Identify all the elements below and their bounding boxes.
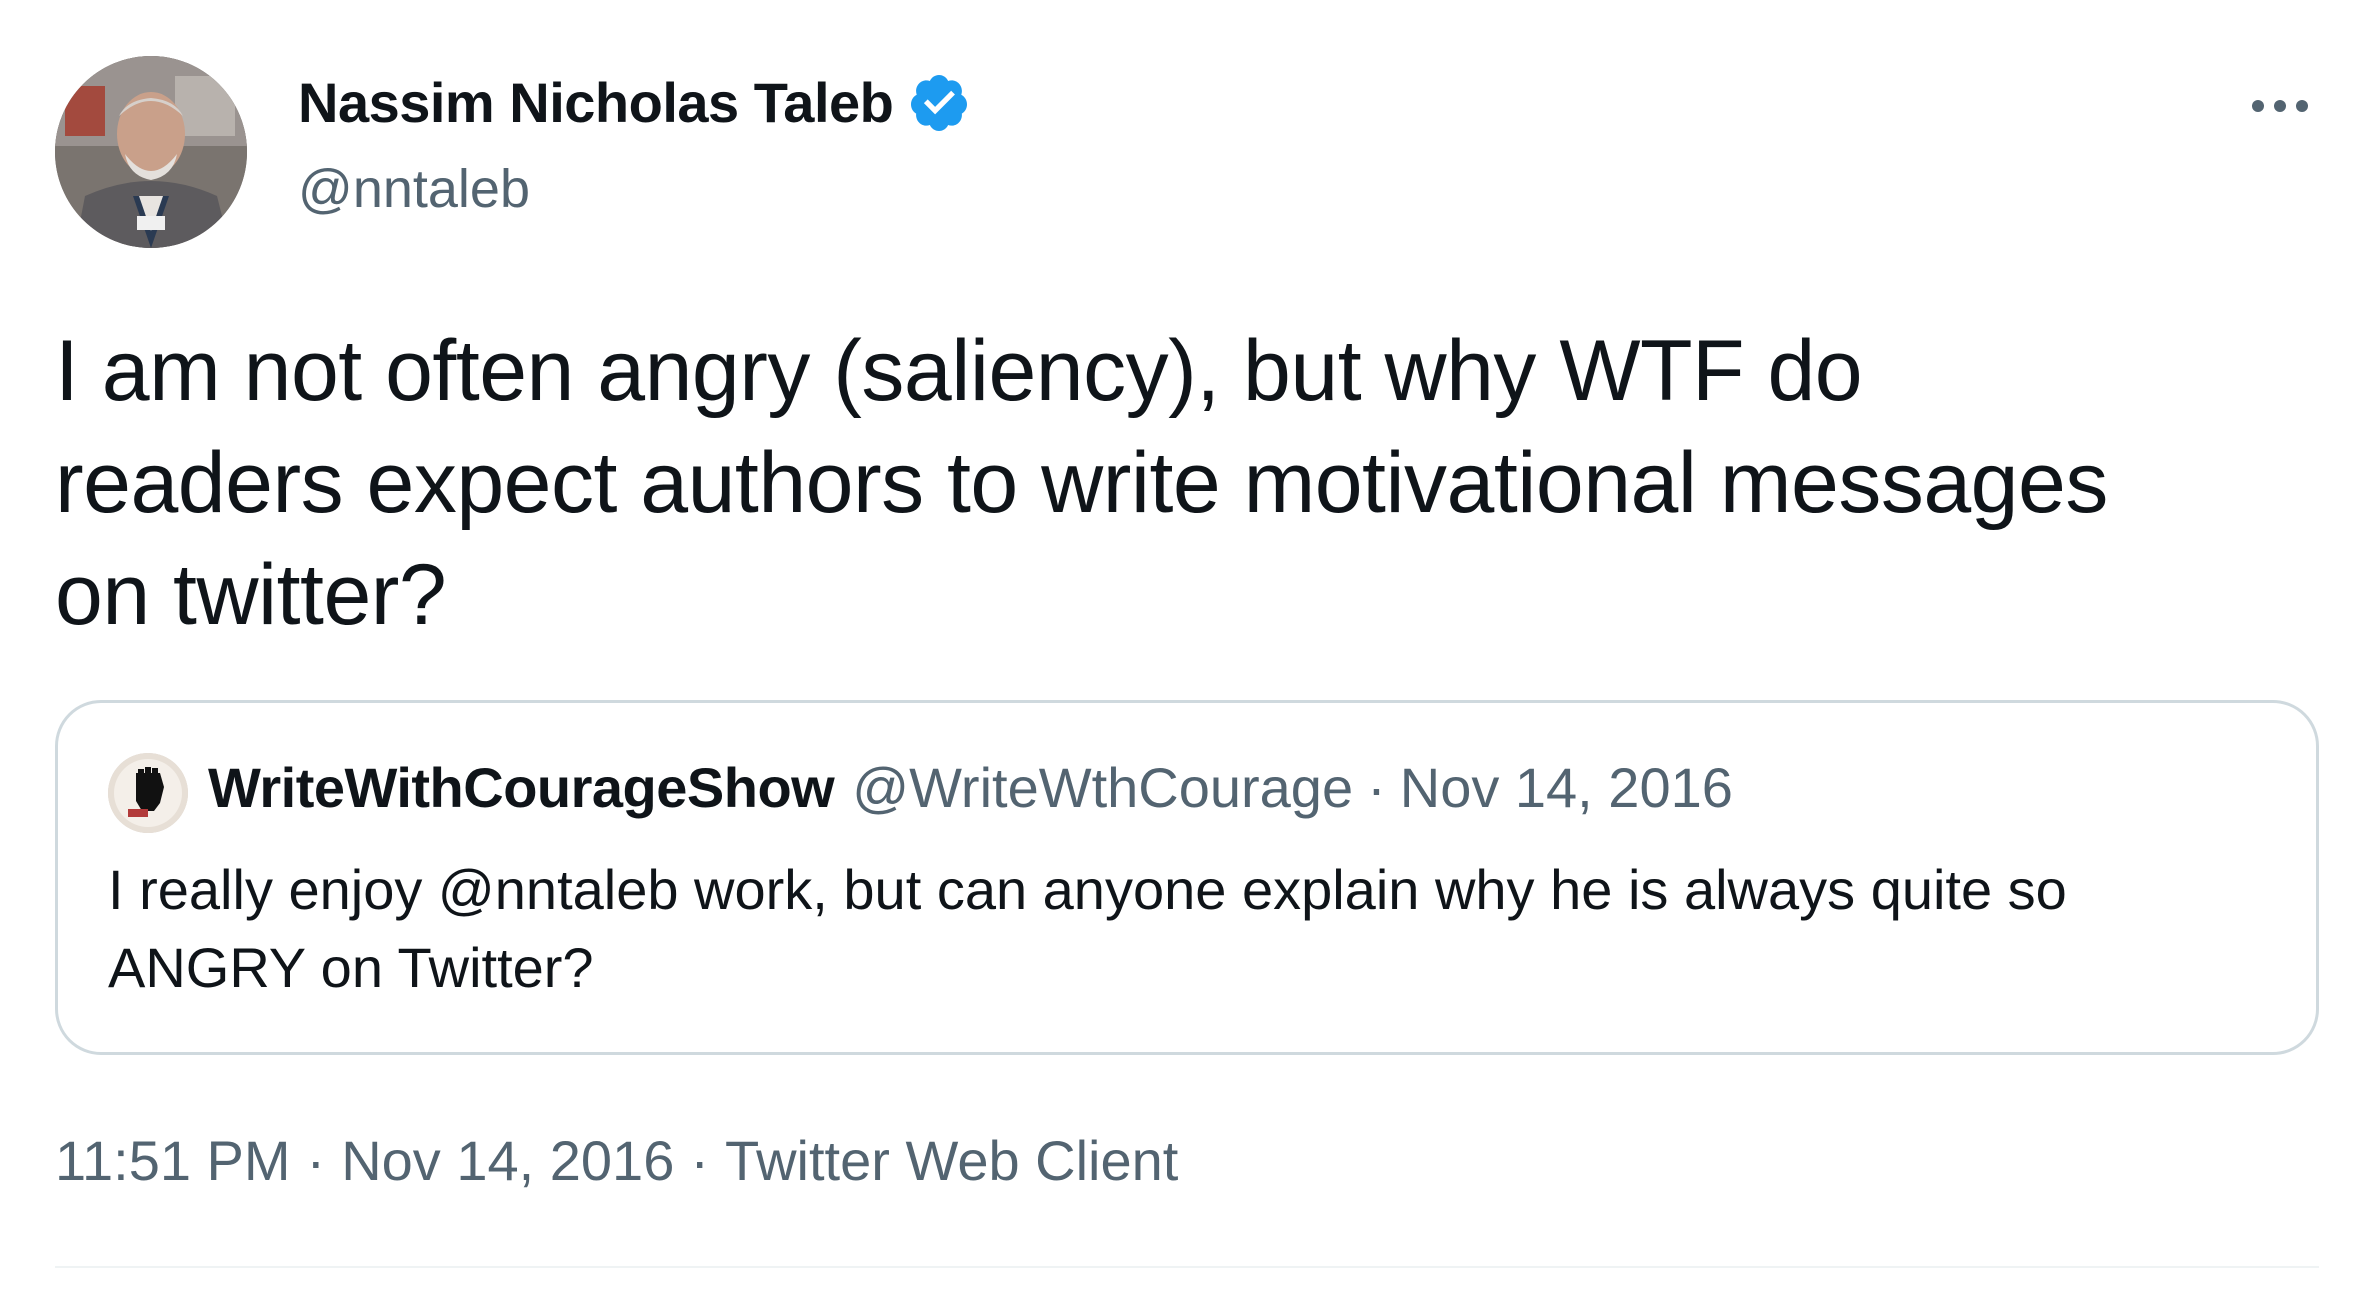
quote-author-avatar <box>108 753 188 833</box>
tweet-time[interactable]: 11:51 PM <box>55 1128 291 1193</box>
quote-header: WriteWithCourageShow @WriteWthCourage · … <box>208 755 1733 820</box>
quote-date[interactable]: Nov 14, 2016 <box>1400 755 1733 820</box>
tweet-date[interactable]: Nov 14, 2016 <box>341 1128 674 1193</box>
verified-badge-icon <box>907 71 971 135</box>
tweet-text: I am not often angry (saliency), but why… <box>55 323 2108 643</box>
tweet-card: Nassim Nicholas Taleb @nntaleb I am not … <box>0 0 2366 1302</box>
divider <box>55 1266 2319 1268</box>
author-handle[interactable]: @nntaleb <box>298 158 530 220</box>
more-horizontal-icon <box>2252 100 2308 112</box>
quote-separator: · <box>1367 756 1386 819</box>
quote-text: I really enjoy @nntaleb work, but can an… <box>108 858 2067 999</box>
tweet-meta: 11:51 PM · Nov 14, 2016 · Twitter Web Cl… <box>55 1128 1178 1193</box>
author-name-label[interactable]: Nassim Nicholas Taleb <box>298 70 894 135</box>
quoted-tweet[interactable]: WriteWithCourageShow @WriteWthCourage · … <box>55 700 2319 1055</box>
raised-fist-icon <box>108 753 188 833</box>
meta-separator: · <box>306 1129 326 1192</box>
more-options-button[interactable] <box>2240 76 2320 136</box>
author-avatar[interactable] <box>55 56 247 248</box>
author-name[interactable]: Nassim Nicholas Taleb <box>298 70 971 135</box>
profile-photo-icon <box>55 56 247 248</box>
tweet-source: Twitter Web Client <box>725 1129 1179 1192</box>
meta-separator: · <box>690 1129 709 1192</box>
quote-author-name[interactable]: WriteWithCourageShow <box>208 755 835 820</box>
quote-author-handle[interactable]: @WriteWthCourage <box>852 755 1353 820</box>
